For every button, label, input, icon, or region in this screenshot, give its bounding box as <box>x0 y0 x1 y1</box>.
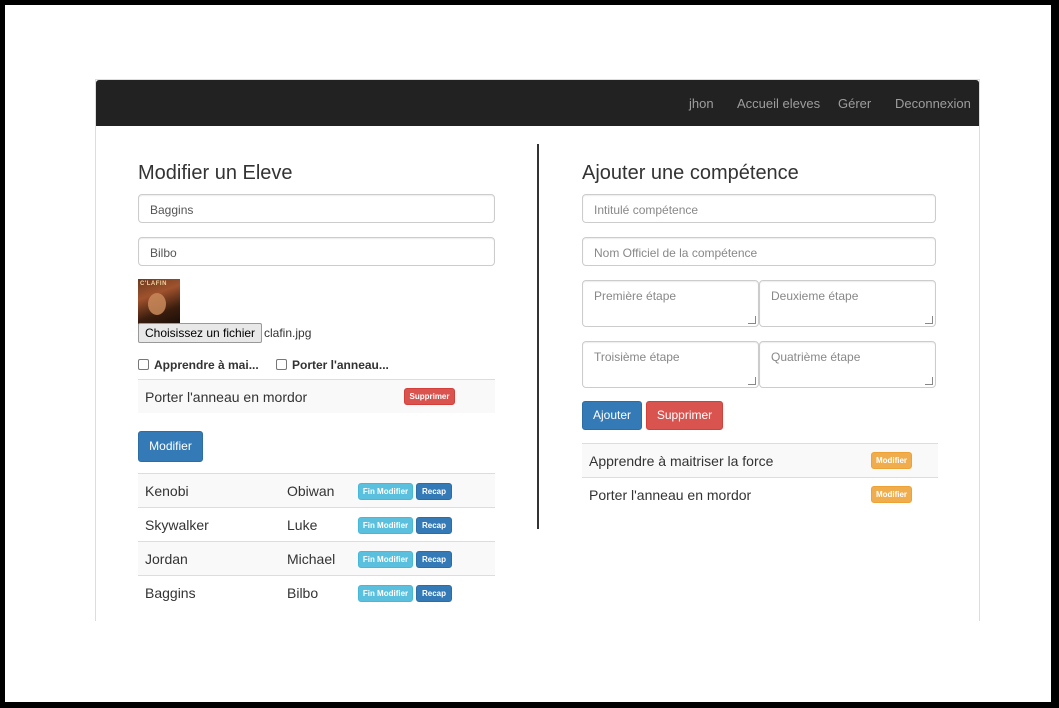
skill-row: Porter l'anneau en mordor Modifier <box>582 477 938 511</box>
skill-official-name-input[interactable]: Nom Officiel de la compétence <box>582 237 936 266</box>
resize-grip-icon[interactable] <box>925 316 933 324</box>
skill-name: Porter l'anneau en mordor <box>589 487 752 503</box>
recap-button[interactable]: Recap <box>416 551 452 568</box>
resize-grip-icon[interactable] <box>748 316 756 324</box>
student-lastname: Skywalker <box>145 517 209 533</box>
student-lastname: Jordan <box>145 551 188 567</box>
column-divider <box>537 144 539 529</box>
step4-placeholder: Quatrième étape <box>771 350 861 364</box>
delete-skill-form-button[interactable]: Supprimer <box>646 401 723 430</box>
fin-modifier-button[interactable]: Fin Modifier <box>358 517 413 534</box>
choose-file-button[interactable]: Choisissez un fichier <box>138 323 263 343</box>
step2-textarea[interactable]: Deuxieme étape <box>759 280 936 327</box>
firstname-value: Bilbo <box>150 246 177 260</box>
table-row: Kenobi Obiwan Fin Modifier Recap <box>138 473 495 507</box>
skill-official-placeholder: Nom Officiel de la compétence <box>594 246 758 260</box>
step1-textarea[interactable]: Première étape <box>582 280 759 327</box>
assigned-skill-row: Porter l'anneau en mordor Supprimer <box>138 379 495 413</box>
fin-modifier-button[interactable]: Fin Modifier <box>358 483 413 500</box>
table-row: Baggins Bilbo Fin Modifier Recap <box>138 575 495 609</box>
edit-skill-button[interactable]: Modifier <box>871 452 912 469</box>
selected-file-name: clafin.jpg <box>264 326 312 340</box>
nav-user-link[interactable]: jhon <box>689 96 714 111</box>
skill-checkbox-label: Porter l'anneau... <box>292 358 389 372</box>
edit-skill-button[interactable]: Modifier <box>871 486 912 503</box>
step2-placeholder: Deuxieme étape <box>771 289 859 303</box>
checkbox-box[interactable] <box>276 359 287 370</box>
modify-student-button[interactable]: Modifier <box>138 431 203 462</box>
step3-placeholder: Troisième étape <box>594 350 680 364</box>
skill-checkbox-label: Apprendre à mai... <box>154 358 259 372</box>
firstname-input[interactable]: Bilbo <box>138 237 495 266</box>
top-navbar: jhon Accueil eleves Gérer Deconnexion <box>96 80 979 126</box>
edit-student-title: Modifier un Eleve <box>138 162 293 184</box>
nav-home-link[interactable]: Accueil eleves <box>737 96 820 111</box>
recap-button[interactable]: Recap <box>416 585 452 602</box>
step4-textarea[interactable]: Quatrième étape <box>759 341 936 388</box>
fin-modifier-button[interactable]: Fin Modifier <box>358 551 413 568</box>
skill-title-input[interactable]: Intitulé compétence <box>582 194 936 223</box>
student-lastname: Baggins <box>145 585 196 601</box>
student-firstname: Luke <box>287 517 318 533</box>
student-firstname: Michael <box>287 551 336 567</box>
recap-button[interactable]: Recap <box>416 483 452 500</box>
add-skill-button[interactable]: Ajouter <box>582 401 642 430</box>
skill-name: Apprendre à maitriser la force <box>589 453 774 469</box>
student-photo: C'LAFIN <box>138 279 180 324</box>
fin-modifier-button[interactable]: Fin Modifier <box>358 585 413 602</box>
delete-skill-button[interactable]: Supprimer <box>404 388 455 405</box>
add-skill-title: Ajouter une compétence <box>582 162 799 184</box>
skill-title-placeholder: Intitulé compétence <box>594 203 699 217</box>
photo-face <box>148 293 166 315</box>
resize-grip-icon[interactable] <box>925 377 933 385</box>
app-panel: jhon Accueil eleves Gérer Deconnexion Mo… <box>95 79 980 621</box>
skill-checkbox-2[interactable]: Porter l'anneau... <box>276 358 389 372</box>
skill-row: Apprendre à maitriser la force Modifier <box>582 443 938 477</box>
nav-logout-link[interactable]: Deconnexion <box>895 96 971 111</box>
recap-button[interactable]: Recap <box>416 517 452 534</box>
student-firstname: Bilbo <box>287 585 319 601</box>
photo-caption: C'LAFIN <box>140 281 167 287</box>
checkbox-box[interactable] <box>138 359 149 370</box>
student-lastname: Kenobi <box>145 483 189 499</box>
lastname-input[interactable]: Baggins <box>138 194 495 223</box>
student-firstname: Obiwan <box>287 483 335 499</box>
lastname-value: Baggins <box>150 203 194 217</box>
resize-grip-icon[interactable] <box>748 377 756 385</box>
skill-checkbox-1[interactable]: Apprendre à mai... <box>138 358 259 372</box>
step1-placeholder: Première étape <box>594 289 677 303</box>
step3-textarea[interactable]: Troisième étape <box>582 341 759 388</box>
table-row: Jordan Michael Fin Modifier Recap <box>138 541 495 575</box>
nav-manage-link[interactable]: Gérer <box>838 96 871 111</box>
assigned-skill-name: Porter l'anneau en mordor <box>145 389 308 405</box>
table-row: Skywalker Luke Fin Modifier Recap <box>138 507 495 541</box>
